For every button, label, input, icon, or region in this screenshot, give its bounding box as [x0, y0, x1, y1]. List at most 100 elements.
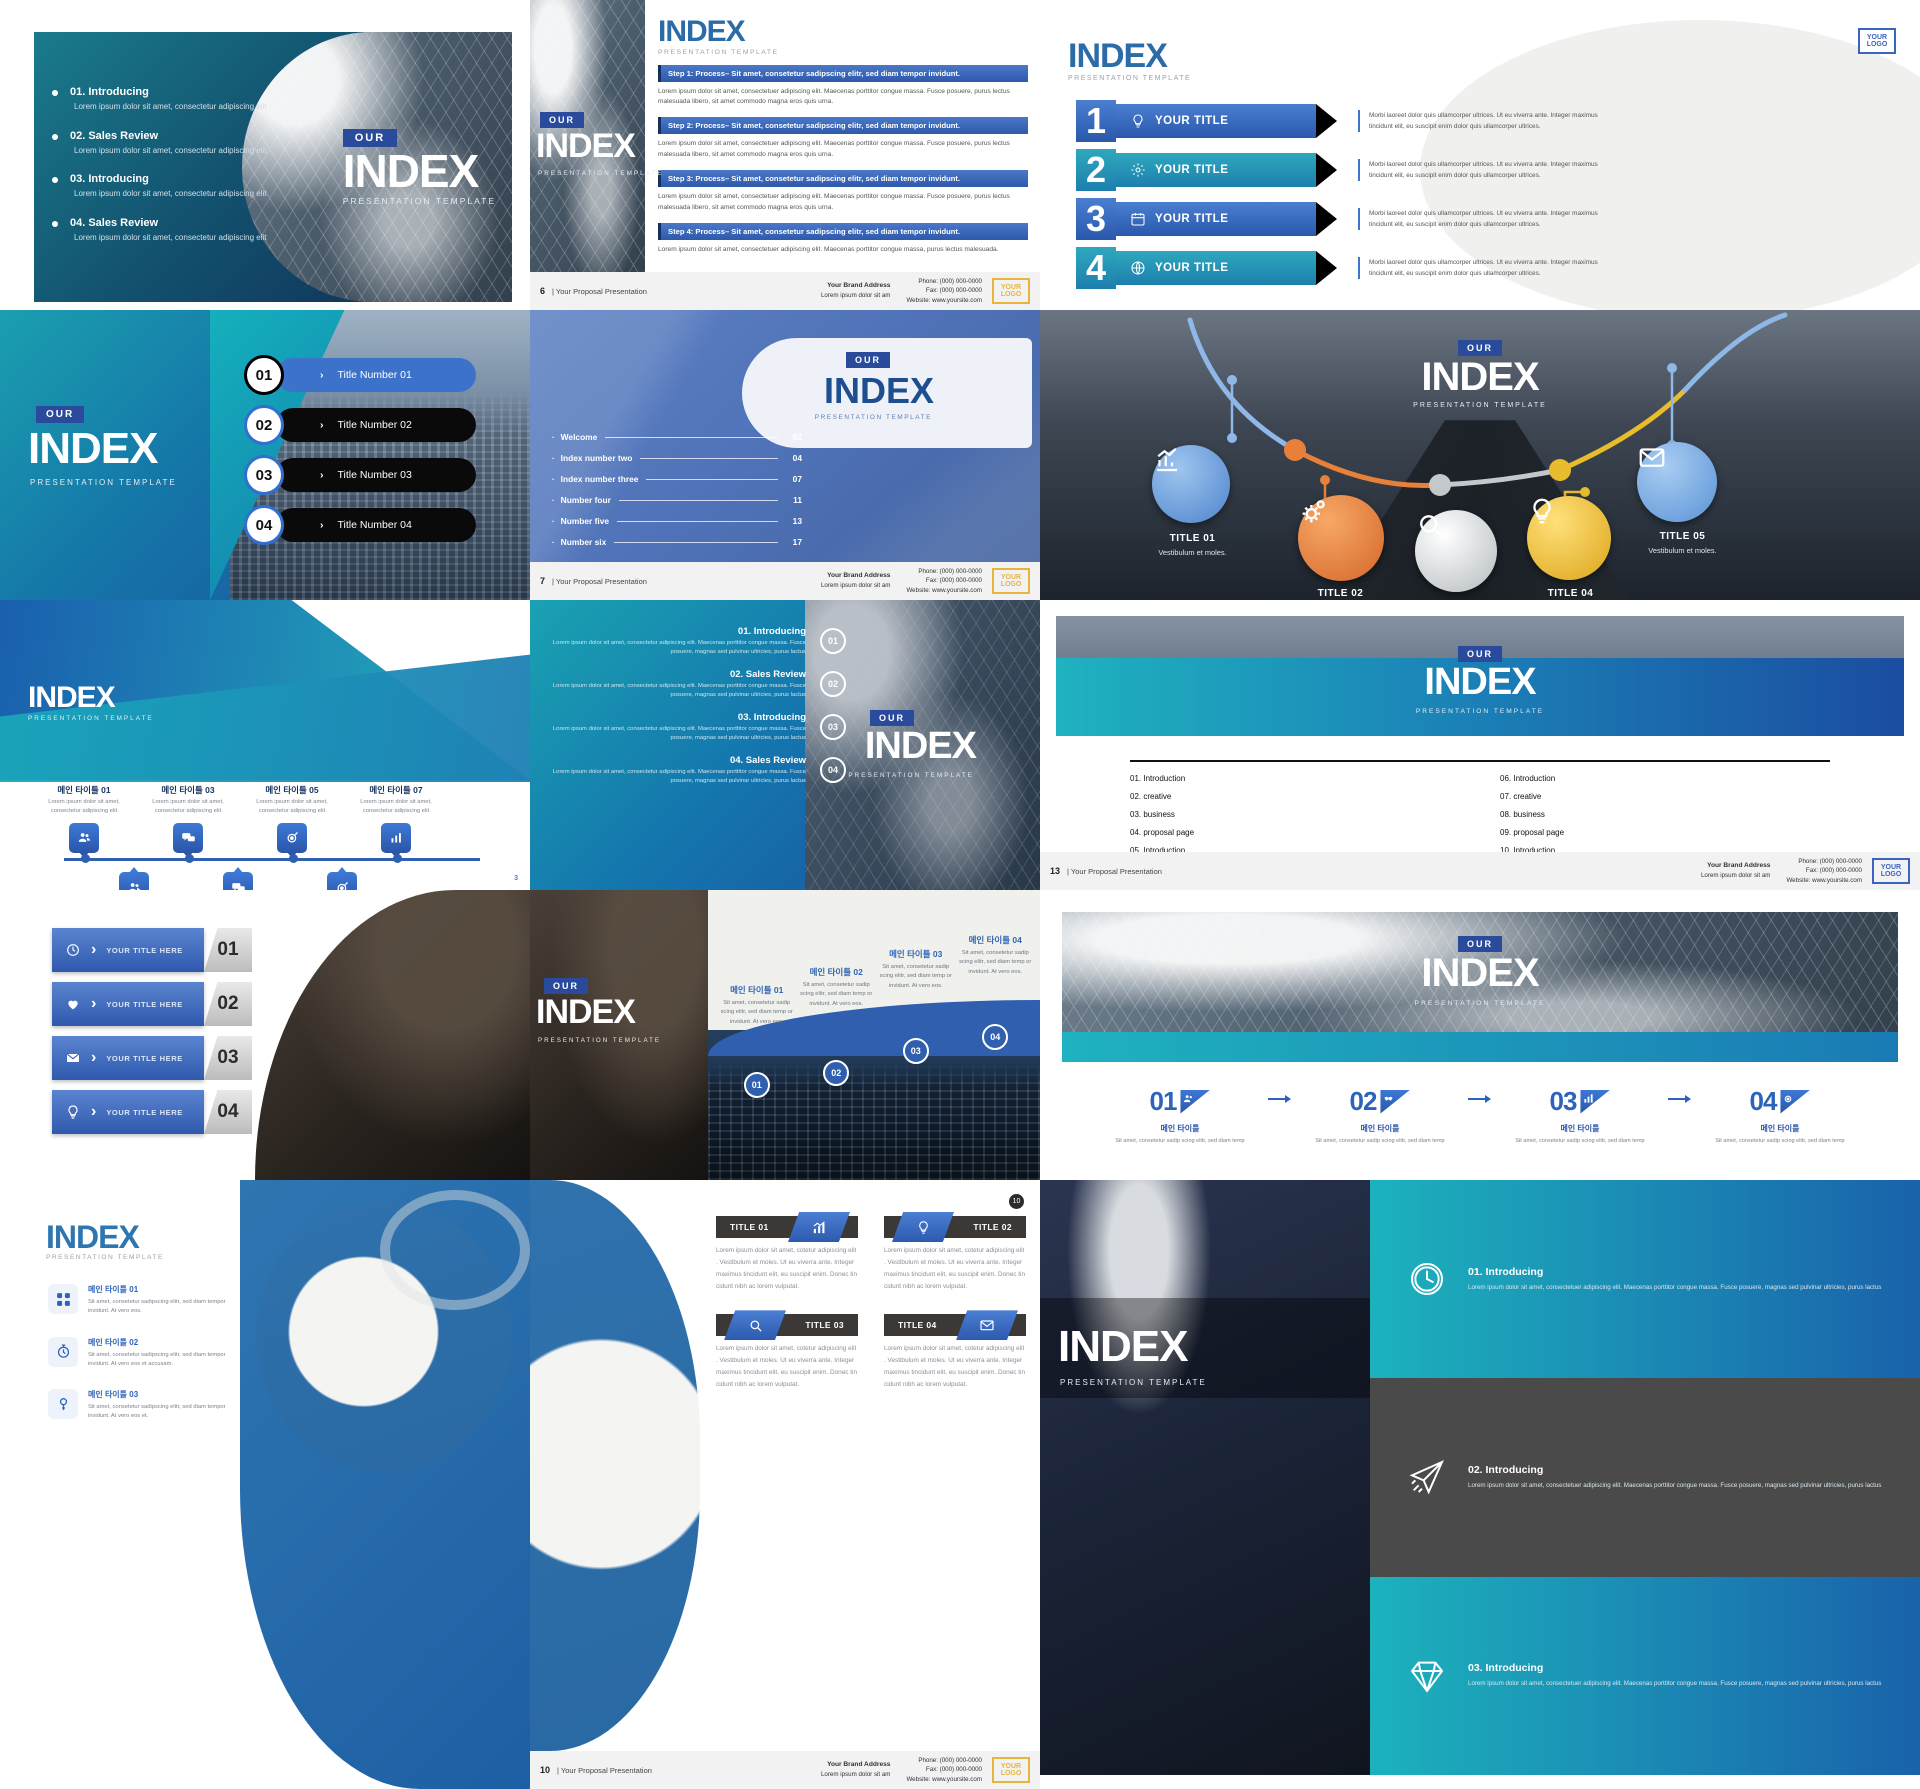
step-header[interactable]: Step 3: Process– Sit amet, consetetur sa… — [658, 170, 1028, 187]
slide-11-four-columns[interactable]: OUR INDEX PRESENTATION TEMPLATE 메인 타이틀 0… — [530, 890, 1040, 1180]
item-pill[interactable]: › Title Number 03 — [276, 458, 476, 492]
list-item[interactable]: 02. Sales Review Lorem ipsum dolor sit a… — [552, 669, 852, 701]
table-row[interactable]: 4 YOUR TITLE Morbi laoreet dolor quis ul… — [1076, 247, 1900, 289]
list-item[interactable]: · Number six 17 — [552, 537, 802, 547]
slide-15-intro-panels[interactable]: INDEX PRESENTATION TEMPLATE 01. Introduc… — [1040, 1180, 1920, 1789]
list-item[interactable]: · Index number three 07 — [552, 474, 802, 484]
item-pill[interactable]: › Title Number 02 — [276, 408, 476, 442]
node-circle-3[interactable] — [1415, 510, 1497, 592]
list-item[interactable]: 04 › Title Number 04 — [244, 504, 476, 546]
list-item[interactable]: · Welcome 02 — [552, 432, 802, 442]
table-cell[interactable]: 08. business — [1500, 810, 1830, 819]
timeline-item[interactable]: 메인 타이틀 02 Lorem ipsum dolor sit amet, co… — [84, 872, 184, 890]
row-arrow-bar[interactable]: YOUR TITLE — [1116, 104, 1337, 138]
table-cell[interactable]: 06. Introduction — [1500, 774, 1830, 783]
list-item[interactable]: 메인 타이틀 04 Sit amet, consetetur sadip sci… — [959, 932, 1033, 1050]
node-circle-4[interactable] — [1527, 496, 1611, 580]
list-item[interactable]: 메인 타이틀 01 Sit amet, consetetur sadipscin… — [48, 1284, 248, 1317]
list-item[interactable]: 04. Sales Review Lorem ipsum dolor sit a… — [552, 755, 852, 787]
list-item[interactable]: 03 › Title Number 03 — [244, 454, 476, 496]
timeline-item[interactable]: 메인 타이틀 03 Lorem ipsum dolor sit amet, co… — [138, 784, 238, 853]
step-header[interactable]: Step 2: Process– Sit amet, consetetur sa… — [658, 117, 1028, 135]
list-item[interactable]: · Index number two 04 — [552, 453, 802, 463]
row-title: 02. Sales Review — [729, 668, 806, 680]
slide-14-title-cards[interactable]: 10 TITLE 01 Lorem ipsum dolor sit amet, … — [530, 1180, 1040, 1789]
step-header[interactable]: Step 1: Process– Sit amet, consetetur sa… — [658, 64, 1028, 82]
table-cell[interactable]: 07. creative — [1500, 792, 1830, 801]
timeline-item[interactable]: 메인 타이틀 01 Lorem ipsum dolor sit amet, co… — [34, 784, 134, 853]
row-arrow-bar[interactable]: YOUR TITLE — [1116, 202, 1337, 236]
list-item[interactable]: · Number five 13 — [552, 516, 802, 526]
timeline-item[interactable]: 메인 타이틀 05 Lorem ipsum dolor sit amet, co… — [242, 784, 342, 853]
list-item[interactable]: 메인 타이틀 03 Sit amet, consetetur sadipscin… — [48, 1389, 248, 1422]
item-pill[interactable]: › Title Number 04 — [276, 508, 476, 542]
list-item[interactable]: · Number four 11 — [552, 495, 802, 505]
list-item[interactable]: 02 메인 타이틀 Sit amet, consetetur sadip sci… — [1280, 1086, 1491, 1146]
slide-6-network-circles[interactable]: OUR INDEX PRESENTATION TEMPLATE TITLE 01… — [1040, 310, 1920, 600]
list-item[interactable]: 메인 타이틀 03 Sit amet, consetetur sadip sci… — [879, 932, 953, 1064]
slide-4-title-numbers[interactable]: OUR INDEX PRESENTATION TEMPLATE 01 › Tit… — [0, 310, 530, 600]
slide-12-arrow-steps[interactable]: OUR INDEX PRESENTATION TEMPLATE 01 메인 타이… — [1040, 890, 1920, 1180]
node-circle-5[interactable] — [1637, 442, 1717, 522]
card-header[interactable]: TITLE 04 — [884, 1310, 1026, 1341]
node-circle-1[interactable] — [1152, 445, 1230, 523]
table-cell[interactable]: 01. Introduction — [1130, 774, 1460, 783]
slide-13-icon-list[interactable]: INDEX PRESENTATION TEMPLATE 메인 타이틀 01 Si… — [0, 1180, 530, 1789]
table-cell[interactable]: 09. proposal page — [1500, 828, 1830, 837]
timeline-item[interactable]: 메인 타이틀 04 Lorem ipsum dolor sit amet, co… — [188, 872, 288, 890]
row-arrow-bar[interactable]: YOUR TITLE — [1116, 251, 1337, 285]
card-header[interactable]: TITLE 03 — [716, 1310, 858, 1341]
list-item[interactable]: 메인 타이틀 01 Sit amet, consetetur sadip sci… — [720, 932, 794, 1098]
card[interactable]: TITLE 02 Lorem ipsum dolor sit amet, cot… — [884, 1212, 1026, 1292]
list-item[interactable]: 03. Introducing Lorem ipsum dolor sit am… — [552, 712, 852, 744]
table-cell[interactable]: 02. creative — [1130, 792, 1460, 801]
list-item[interactable]: 01. Introducing Lorem ipsum dolor sit am… — [552, 626, 852, 658]
card[interactable]: TITLE 04 Lorem ipsum dolor sit amet, cot… — [884, 1310, 1026, 1390]
bar[interactable]: › YOUR TITLE HERE — [52, 928, 204, 972]
bar[interactable]: › YOUR TITLE HERE — [52, 982, 204, 1026]
table-row[interactable]: 1 YOUR TITLE Morbi laoreet dolor quis ul… — [1076, 100, 1900, 142]
slide-8-index-numbers[interactable]: OUR INDEX PRESENTATION TEMPLATE 01. Intr… — [530, 600, 1040, 890]
slide-5-index-toc[interactable]: OUR INDEX PRESENTATION TEMPLATE · Welcome… — [530, 310, 1040, 600]
list-item[interactable]: 메인 타이틀 02 Sit amet, consetetur sadip sci… — [800, 932, 874, 1086]
slide-1-index-bullets[interactable]: 01. Introducing Lorem ipsum dolor sit am… — [0, 0, 530, 310]
list-item[interactable]: 01. Introducing Lorem ipsum dolor sit am… — [52, 86, 267, 113]
list-item[interactable]: 04. Sales Review Lorem ipsum dolor sit a… — [52, 217, 267, 244]
list-item[interactable]: › YOUR TITLE HERE 04 — [52, 1090, 252, 1134]
table-row[interactable]: 3 YOUR TITLE Morbi laoreet dolor quis ul… — [1076, 198, 1900, 240]
list-item[interactable]: 03 메인 타이틀 Sit amet, consetetur sadip sci… — [1480, 1086, 1691, 1146]
card[interactable]: TITLE 03 Lorem ipsum dolor sit amet, cot… — [716, 1310, 858, 1390]
slide-10-your-title-bars[interactable]: › YOUR TITLE HERE 01 › YOUR TITLE HERE 0… — [0, 890, 530, 1180]
list-item[interactable]: › YOUR TITLE HERE 02 — [52, 982, 252, 1026]
list-item[interactable]: 01 › Title Number 01 — [244, 354, 476, 396]
slide-2-process-steps[interactable]: OUR INDEX PRESENTATION TEMPLATE INDEX PR… — [530, 0, 1040, 310]
slide-9-index-table[interactable]: OUR INDEX PRESENTATION TEMPLATE 01. Intr… — [1040, 600, 1920, 890]
step-header[interactable]: Step 4: Process– Sit amet, consetetur sa… — [658, 222, 1028, 240]
item-pill[interactable]: › Title Number 01 — [276, 358, 476, 392]
list-item[interactable]: › YOUR TITLE HERE 03 — [52, 1036, 252, 1080]
list-item[interactable]: 03. Introducing Lorem ipsum dolor sit am… — [52, 173, 267, 200]
row-arrow-bar[interactable]: YOUR TITLE — [1116, 153, 1337, 187]
panel[interactable]: 02. Introducing Lorem ipsum dolor sit am… — [1370, 1378, 1920, 1577]
list-item[interactable]: 메인 타이틀 02 Sit amet, consetetur sadipscin… — [48, 1336, 248, 1370]
card-header[interactable]: TITLE 01 — [716, 1212, 858, 1242]
table-cell[interactable]: 04. proposal page — [1130, 828, 1460, 837]
table-row[interactable]: 2 YOUR TITLE Morbi laoreet dolor quis ul… — [1076, 149, 1900, 191]
bar[interactable]: › YOUR TITLE HERE — [52, 1036, 204, 1080]
node-circle-2[interactable] — [1298, 495, 1384, 581]
list-item[interactable]: 04 메인 타이틀 Sit amet, consetetur sadip sci… — [1680, 1086, 1880, 1146]
timeline-item[interactable]: 메인 타이틀 07 Lorem ipsum dolor sit amet, co… — [346, 784, 446, 853]
list-item[interactable]: 02 › Title Number 02 — [244, 404, 476, 446]
panel[interactable]: 03. Introducing Lorem ipsum dolor sit am… — [1370, 1576, 1920, 1775]
list-item[interactable]: 02. Sales Review Lorem ipsum dolor sit a… — [52, 130, 267, 157]
bar[interactable]: › YOUR TITLE HERE — [52, 1090, 204, 1134]
slide-3-numbered-arrows[interactable]: INDEX PRESENTATION TEMPLATE YOUR LOGO 1 … — [1040, 0, 1920, 310]
panel[interactable]: 01. Introducing Lorem ipsum dolor sit am… — [1370, 1180, 1920, 1379]
list-item[interactable]: 01 메인 타이틀 Sit amet, consetetur sadip sci… — [1080, 1086, 1291, 1146]
slide-7-timeline[interactable]: INDEX PRESENTATION TEMPLATE 메인 타이틀 01 Lo… — [0, 600, 530, 890]
table-cell[interactable]: 03. business — [1130, 810, 1460, 819]
list-item[interactable]: › YOUR TITLE HERE 01 — [52, 928, 252, 972]
card[interactable]: TITLE 01 Lorem ipsum dolor sit amet, cot… — [716, 1212, 858, 1292]
card-header[interactable]: TITLE 02 — [884, 1212, 1026, 1242]
timeline-item[interactable]: 메인 타이틀 06 Lorem ipsum dolor sit amet, co… — [292, 872, 392, 890]
